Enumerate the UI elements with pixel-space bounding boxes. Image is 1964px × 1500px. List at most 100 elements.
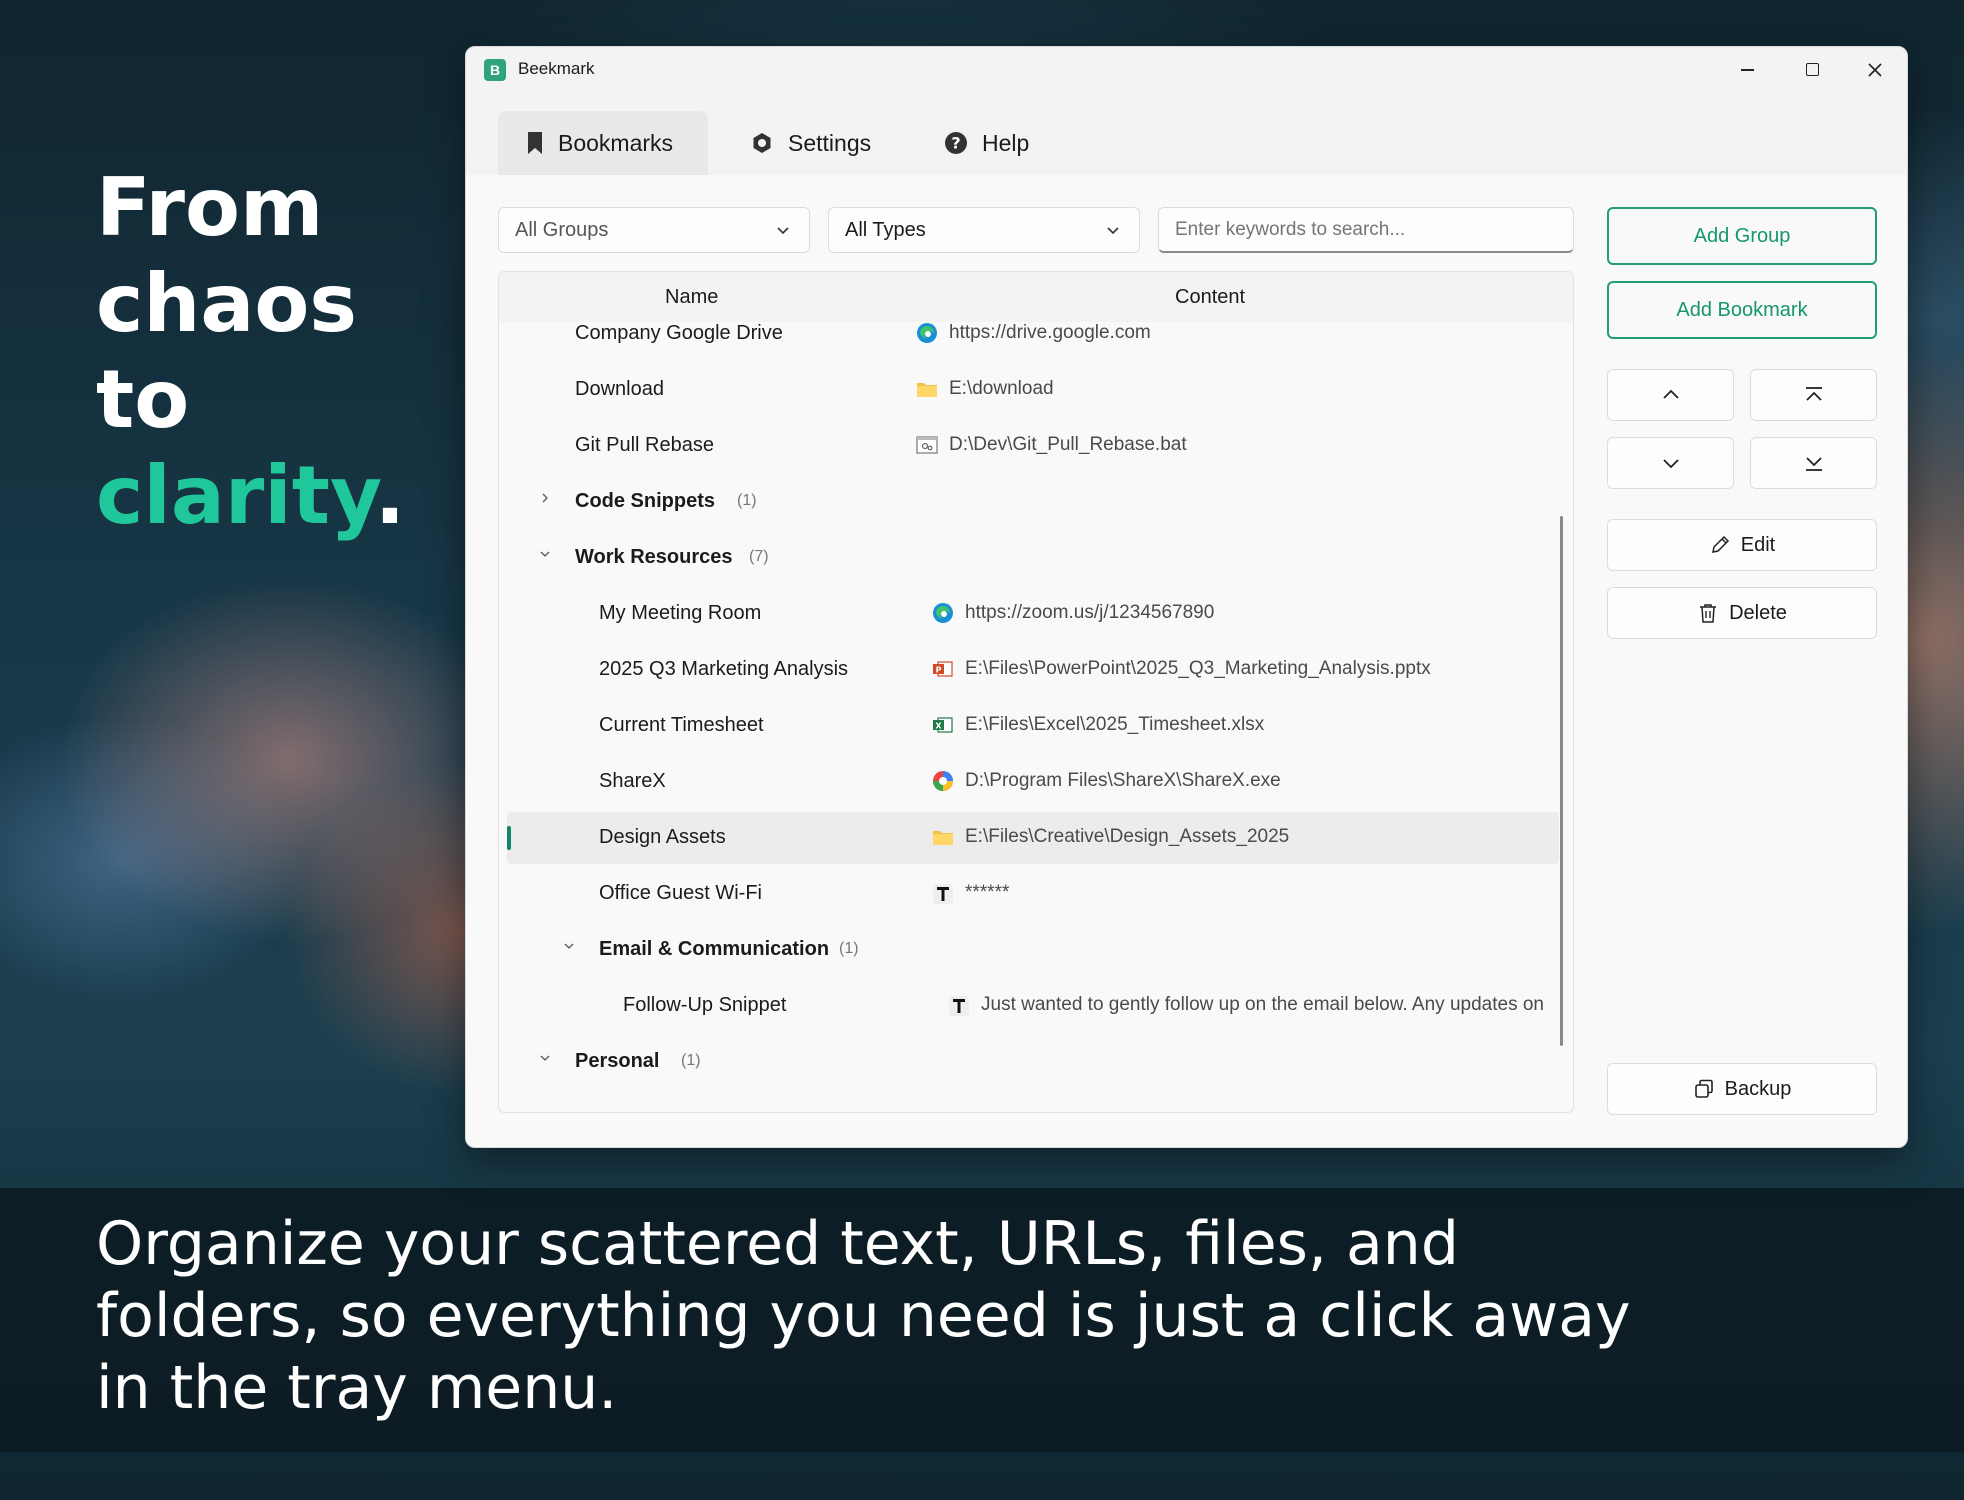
- delete-label: Delete: [1729, 601, 1787, 624]
- svg-text:X: X: [935, 722, 942, 731]
- chevron-down-icon[interactable]: [535, 547, 555, 563]
- maximize-button[interactable]: [1779, 47, 1843, 93]
- edge-icon: [933, 603, 953, 623]
- marketing-headline: From chaos to clarity.: [96, 160, 405, 544]
- headline-period: .: [374, 449, 406, 542]
- item-content: E:\download: [949, 378, 1054, 399]
- move-top-icon: [1805, 387, 1822, 401]
- chevron-up-icon: [1662, 389, 1679, 399]
- list-item[interactable]: Office Guest Wi-Fi ******: [507, 868, 1559, 920]
- column-header-content[interactable]: Content: [1175, 286, 1245, 309]
- item-content: E:\Files\Creative\Design_Assets_2025: [965, 826, 1290, 847]
- type-filter-value: All Types: [845, 218, 926, 241]
- close-button[interactable]: [1843, 47, 1907, 93]
- list-item[interactable]: Download E:\download: [507, 364, 1559, 416]
- group-row[interactable]: Work Resources (7): [507, 532, 1559, 584]
- list-item[interactable]: Current Timesheet X E:\Files\Excel\2025_…: [507, 700, 1559, 752]
- group-filter-dropdown[interactable]: All Groups: [498, 207, 810, 253]
- folder-icon: [917, 383, 937, 397]
- pencil-icon: [1709, 534, 1731, 556]
- group-name: Code Snippets: [575, 490, 716, 512]
- list-item[interactable]: Company Google Drive https://drive.googl…: [507, 308, 1559, 360]
- group-name: Personal: [575, 1050, 660, 1072]
- item-name: ShareX: [599, 770, 666, 792]
- group-count: (7): [749, 548, 769, 565]
- item-name: Follow-Up Snippet: [623, 994, 787, 1016]
- edit-label: Edit: [1740, 533, 1776, 556]
- move-down-button[interactable]: [1607, 437, 1734, 489]
- item-content: ******: [965, 882, 1010, 903]
- title-bar[interactable]: B Beekmark: [466, 47, 1907, 93]
- tab-help[interactable]: ? Help: [916, 111, 1056, 175]
- list-item-selected[interactable]: Design Assets E:\Files\Creative\Design_A…: [507, 812, 1559, 864]
- backup-button[interactable]: Backup: [1607, 1063, 1877, 1115]
- window-title: Beekmark: [518, 59, 595, 78]
- item-name: Company Google Drive: [575, 322, 783, 344]
- group-row[interactable]: Personal (1): [507, 1036, 1559, 1088]
- add-group-button[interactable]: Add Group: [1607, 207, 1877, 265]
- list-item[interactable]: ShareX D:\Program Files\ShareX\ShareX.ex…: [507, 756, 1559, 808]
- app-window: B Beekmark Bookmarks Settings ? Help All…: [465, 46, 1908, 1148]
- item-name: My Meeting Room: [599, 602, 762, 624]
- group-filter-value: All Groups: [515, 218, 609, 241]
- chevron-down-icon: [1662, 459, 1679, 469]
- group-name: Work Resources: [575, 546, 733, 568]
- app-icon: B: [484, 59, 506, 81]
- add-bookmark-label: Add Bookmark: [1676, 298, 1808, 321]
- search-input[interactable]: [1158, 207, 1574, 253]
- item-content: https://zoom.us/j/1234567890: [965, 602, 1215, 623]
- text-icon: [949, 996, 969, 1016]
- item-content: E:\Files\Excel\2025_Timesheet.xlsx: [965, 714, 1265, 735]
- chevron-down-icon[interactable]: [535, 1051, 555, 1067]
- chevron-right-icon[interactable]: [535, 491, 555, 507]
- tab-settings[interactable]: Settings: [722, 111, 902, 175]
- minimize-button[interactable]: [1715, 47, 1779, 93]
- column-header-name[interactable]: Name: [665, 286, 718, 309]
- edit-button[interactable]: Edit: [1607, 519, 1877, 571]
- tab-label: Bookmarks: [558, 129, 674, 156]
- item-name: Download: [575, 378, 664, 400]
- powerpoint-icon: P: [933, 661, 953, 677]
- list-item[interactable]: Follow-Up Snippet Just wanted to gently …: [507, 980, 1559, 1032]
- chevron-down-icon: [1105, 221, 1121, 244]
- selection-indicator: [507, 826, 511, 850]
- headline-line-4: clarity.: [96, 448, 405, 544]
- tab-label: Help: [982, 129, 1030, 156]
- list-item[interactable]: Git Pull Rebase D:\Dev\Git_Pull_Rebase.b…: [507, 420, 1559, 472]
- text-icon: [933, 884, 953, 904]
- move-to-bottom-button[interactable]: [1750, 437, 1877, 489]
- chevron-down-icon[interactable]: [559, 939, 579, 955]
- sharex-icon: [933, 771, 953, 791]
- group-row[interactable]: Email & Communication (1): [507, 924, 1559, 976]
- move-up-button[interactable]: [1607, 369, 1734, 421]
- item-content: https://drive.google.com: [949, 322, 1151, 343]
- headline-line-3: to: [96, 353, 190, 446]
- group-count: (1): [839, 940, 859, 957]
- item-name: 2025 Q3 Marketing Analysis: [599, 658, 849, 680]
- list-item[interactable]: My Meeting Room https://zoom.us/j/123456…: [507, 588, 1559, 640]
- svg-text:P: P: [936, 666, 942, 675]
- backup-label: Backup: [1724, 1077, 1792, 1100]
- item-name: Office Guest Wi-Fi: [599, 882, 762, 904]
- svg-text:?: ?: [951, 134, 960, 153]
- tab-bookmarks[interactable]: Bookmarks: [498, 111, 708, 175]
- add-bookmark-button[interactable]: Add Bookmark: [1607, 281, 1877, 339]
- move-to-top-button[interactable]: [1750, 369, 1877, 421]
- gear-icon: [750, 131, 774, 155]
- excel-icon: X: [933, 717, 953, 733]
- marketing-tagline: Organize your scattered text, URLs, file…: [96, 1209, 1631, 1423]
- item-content: E:\Files\PowerPoint\2025_Q3_Marketing_An…: [965, 658, 1431, 679]
- vertical-scrollbar[interactable]: [1560, 516, 1563, 1046]
- delete-button[interactable]: Delete: [1607, 587, 1877, 639]
- type-filter-dropdown[interactable]: All Types: [828, 207, 1140, 253]
- folder-icon: [933, 831, 953, 845]
- list-item[interactable]: 2025 Q3 Marketing Analysis P E:\Files\Po…: [507, 644, 1559, 696]
- add-group-label: Add Group: [1693, 224, 1791, 247]
- headline-accent-word: clarity: [96, 449, 375, 542]
- item-content: D:\Dev\Git_Pull_Rebase.bat: [949, 434, 1187, 455]
- group-row[interactable]: Code Snippets (1): [507, 476, 1559, 528]
- group-count: (1): [681, 1052, 701, 1069]
- item-name: Git Pull Rebase: [575, 434, 714, 456]
- item-name: Design Assets: [599, 826, 726, 848]
- trash-icon: [1697, 602, 1719, 624]
